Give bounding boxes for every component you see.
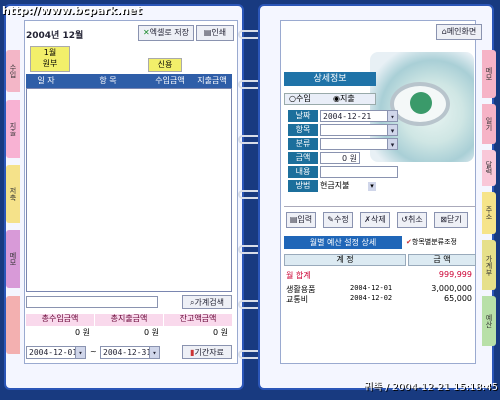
col-income: 수입금액 [155, 76, 185, 85]
excel-save-button[interactable]: ✕엑셀로 저장 [138, 25, 194, 41]
print-button[interactable]: ▤인쇄 [196, 25, 234, 41]
chevron-down-icon: ▾ [75, 347, 85, 358]
category-check[interactable]: ✔항목별분류조정 [406, 236, 476, 249]
balance-header: 잔고액금액 [164, 314, 232, 326]
month-title: 2004년 12월 [26, 31, 84, 41]
yellow-tab-credit[interactable]: 신용 [148, 58, 182, 72]
cancel-button[interactable]: ↺취소 [397, 212, 427, 228]
pill-icon [410, 92, 432, 114]
side-tab-ledger[interactable]: 가계부 [482, 240, 496, 290]
chevron-down-icon[interactable]: ▾ [368, 182, 376, 191]
col-item: 항 목 [99, 76, 117, 85]
income-radio[interactable]: ○수입 [289, 94, 329, 104]
side-tab-budget[interactable]: 예산 [482, 296, 496, 346]
row-date: 2004-12-01 [350, 284, 393, 292]
chevron-down-icon: ▾ [149, 347, 159, 358]
summary-row[interactable]: 교통비 2004-12-02 65,000 [286, 294, 476, 304]
field-label-category: 분류 [288, 138, 318, 150]
item-field[interactable]: ▾ [320, 124, 398, 136]
row-amount: 3,000,000 [431, 284, 472, 293]
close-icon: ⊠ [440, 215, 447, 224]
col-date: 일 자 [37, 76, 55, 85]
side-tab-diary[interactable]: 일기 [482, 104, 496, 144]
method-select[interactable]: 현금지불 [320, 180, 368, 192]
side-tab-expense[interactable]: 지출 [6, 100, 20, 158]
cancel-icon: ↺ [401, 215, 408, 224]
side-tab-address[interactable]: 주소 [482, 192, 496, 234]
yellow-tab-month[interactable]: 1월 원부 [30, 46, 70, 72]
side-tab-income[interactable]: 수입 [6, 50, 20, 92]
transaction-table-body[interactable] [26, 88, 232, 292]
side-tab-memo-r[interactable]: 메모 [482, 50, 496, 98]
excel-icon: ✕ [142, 28, 150, 37]
summary-header-amount: 금 액 [408, 254, 476, 266]
side-tab-memo[interactable]: 메모 [6, 230, 20, 288]
row-date: 2004-12-02 [350, 294, 393, 302]
chevron-down-icon: ▾ [387, 139, 397, 149]
search-field[interactable] [26, 296, 158, 308]
edit-icon: ✎ [327, 215, 334, 224]
field-label-item: 항목 [288, 124, 318, 136]
section-title: 상세정보 [284, 72, 376, 86]
summary-header-account: 계 정 [284, 254, 406, 266]
divider [284, 206, 476, 207]
summary-total-value: 999,999 [438, 270, 472, 279]
summary-total-label: 월 합계 [286, 271, 311, 280]
summary-row[interactable]: 생활용품 2004-12-01 3,000,000 [286, 284, 476, 294]
date-from-select[interactable]: 2004-12-01 ▾ [26, 346, 86, 359]
category-field[interactable]: ▾ [320, 138, 398, 150]
side-tab-calendar[interactable]: 달력 [482, 150, 496, 186]
input-button[interactable]: ▤입력 [286, 212, 316, 228]
amount-field[interactable]: 0 원 [320, 152, 360, 164]
date-separator: ~ [90, 347, 97, 356]
col-expense: 지출금액 [197, 76, 227, 85]
total-expense-value: 0 원 [144, 328, 159, 337]
edit-button[interactable]: ✎수정 [323, 212, 353, 228]
date-field[interactable]: 2004-12-21 ▾ [320, 110, 398, 122]
chevron-down-icon: ▾ [387, 111, 397, 121]
row-name: 교통비 [286, 295, 309, 304]
total-income-value: 0 원 [75, 328, 90, 337]
total-income-header: 총수입금액 [26, 314, 94, 326]
table-header: 일 자 항 목 수입금액 지출금액 [26, 74, 232, 88]
close-button[interactable]: ⊠닫기 [434, 212, 468, 228]
balance-value: 0 원 [213, 328, 228, 337]
total-expense-header: 총지출금액 [95, 314, 163, 326]
search-button[interactable]: ⌕가계검색 [182, 295, 232, 309]
chevron-down-icon: ▾ [387, 125, 397, 135]
content-field[interactable] [320, 166, 398, 178]
date-to-select[interactable]: 2004-12-31 ▾ [100, 346, 160, 359]
type-radio-group: ○수입 ◉지출 [284, 93, 376, 105]
side-tab-savings[interactable]: 저축 [6, 165, 20, 223]
home-button[interactable]: ⌂메인화면 [436, 24, 482, 40]
timestamp-overlay: 귀족 / 2004-12-21 15:18:45 [363, 382, 498, 393]
side-tab-extra[interactable] [6, 296, 20, 354]
period-data-button[interactable]: ▮기간자료 [182, 345, 232, 359]
monthly-budget-button[interactable]: 월별 예산 설정 상세 [284, 236, 402, 249]
watermark-url: http://www.bcpark.net [2, 4, 142, 17]
field-label-content: 내용 [288, 166, 318, 178]
expense-radio[interactable]: ◉지출 [333, 94, 373, 104]
row-amount: 65,000 [444, 294, 472, 303]
field-label-method: 방법 [288, 180, 318, 192]
field-label-amount: 금액 [288, 152, 318, 164]
field-label-date: 날짜 [288, 110, 318, 122]
delete-icon: ✗ [364, 215, 371, 224]
delete-button[interactable]: ✗삭제 [360, 212, 390, 228]
